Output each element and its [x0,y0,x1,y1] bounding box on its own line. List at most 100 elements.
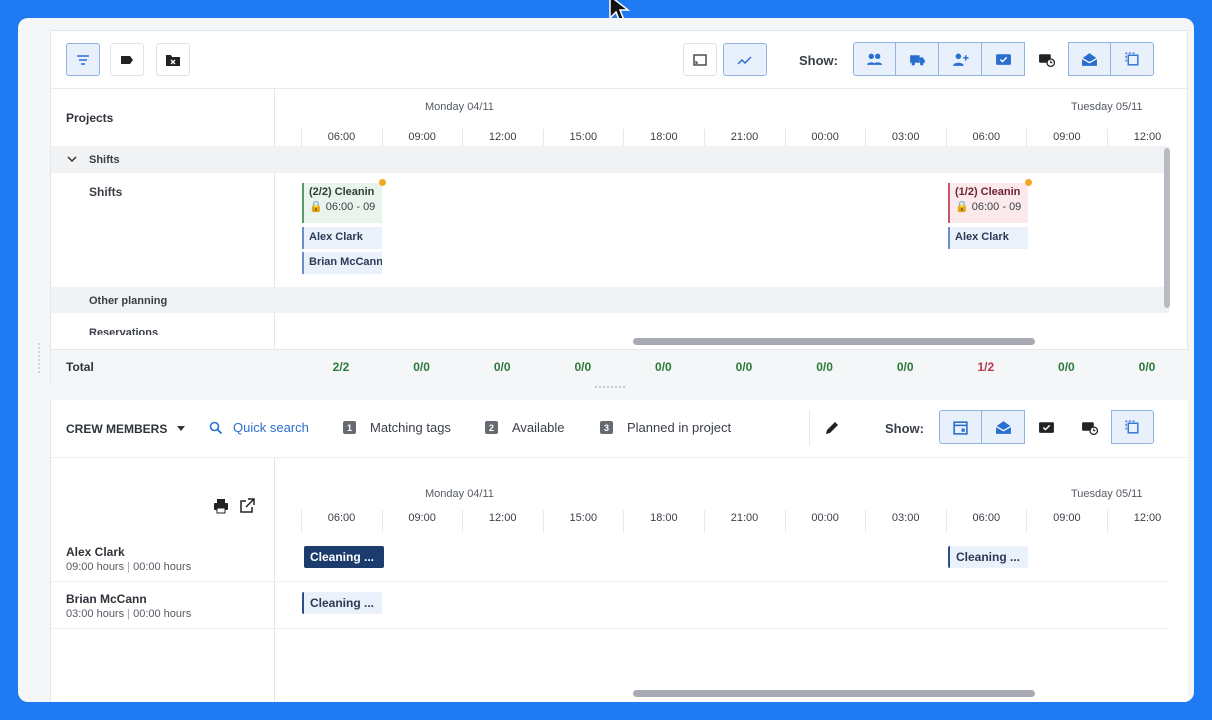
hour-tick-label: 03:00 [865,510,945,532]
total-value: 0/0 [1138,360,1156,374]
tag-icon [121,55,133,64]
task-chip[interactable]: Cleaning ... [302,592,382,614]
show-mail-clock-button[interactable] [1025,42,1068,76]
side-resize-handle[interactable] [38,343,44,373]
lock-icon: 🔒 [955,201,969,213]
open-external-icon[interactable] [239,498,255,514]
hour-tick-label: 18:00 [623,510,703,532]
mail-clock-icon [1082,421,1098,435]
crew-day-label-1: Monday 04/11 [425,488,494,500]
crew-row-alex-clark[interactable]: Alex Clark 09:00 hours | 00:00 hours Cle… [51,535,1169,582]
crew-show-mail-open-button[interactable] [982,410,1025,444]
show-copy-button[interactable] [1111,42,1154,76]
shift-person-tag[interactable]: Alex Clark [948,227,1028,249]
planned-hours: 03:00 hours [66,608,125,620]
quick-search-label: Quick search [233,420,309,435]
fit-screen-icon [693,53,707,66]
panel-resize-handle[interactable] [595,386,625,392]
filter-button[interactable] [66,43,100,76]
legend-number-badge: 3 [600,421,613,434]
other-planning-group-row[interactable]: Other planning [51,287,1169,313]
caret-down-icon[interactable] [177,426,185,431]
hours-separator: | [127,608,131,620]
person-add-icon [952,53,968,66]
shifts-row-label: Shifts [89,185,123,199]
task-chip[interactable]: Cleaning ... [948,546,1028,568]
crew-show-mail-clock-button[interactable] [1068,410,1111,444]
crew-show-toggle-group [939,410,1154,444]
shift-card-1[interactable]: (2/2) Cleanin 🔒 06:00 - 09 [302,183,382,223]
crew-member-name: Alex Clark [66,545,125,559]
total-value: 0/0 [493,360,511,374]
legend-number-badge: 1 [343,421,356,434]
edit-button[interactable] [809,410,853,446]
show-mail-open-button[interactable] [1068,42,1111,76]
hour-tick-label: 09:00 [1026,510,1106,532]
crew-members-title[interactable]: CREW MEMBERS [66,422,167,436]
projects-column [51,89,275,383]
hours-separator: | [127,561,131,573]
show-truck-button[interactable] [896,42,939,76]
shifts-group-label: Shifts [89,154,120,166]
filter-icon [77,54,89,65]
show-person-add-button[interactable] [939,42,982,76]
total-value: 1/2 [977,360,995,374]
planner-horizontal-scrollbar[interactable] [633,338,1035,345]
total-value: 0/0 [413,360,430,374]
legend-label: Matching tags [370,420,451,435]
crew-show-mail-check-button[interactable] [1025,410,1068,444]
legend-planned-in-project: 3 Planned in project [600,420,731,435]
show-mail-check-button[interactable] [982,42,1025,76]
hour-tick-label: 00:00 [784,510,865,532]
crew-show-copy-button[interactable] [1111,410,1154,444]
shifts-group-row[interactable]: Shifts [51,146,1169,173]
crew-panel: CREW MEMBERS Quick search 1 Matching tag… [50,400,1189,702]
day-label-1: Monday 04/11 [425,101,494,113]
crew-show-calendar-button[interactable] [939,410,982,444]
hour-tick-label: 12:00 [462,510,542,532]
show-toggle-group [853,42,1154,76]
folder-remove-button[interactable] [156,43,190,76]
shift-card-time: 06:00 - 09 [325,201,376,213]
total-value: 2/2 [332,360,350,374]
total-value: 0/0 [896,360,914,374]
show-group-button[interactable] [853,42,896,76]
crew-member-name: Brian McCann [66,592,147,606]
group-icon [867,53,882,65]
shift-person-tag[interactable]: Alex Clark [302,227,382,249]
other-hours: 00:00 hours [133,561,192,573]
mail-clock-icon [1039,53,1055,67]
total-value: 0/0 [816,360,833,374]
app-window: Show: Projects Monday 04/11 Tuesday 05/1… [18,18,1194,702]
hour-tick-label: 12:00 [1107,510,1187,532]
reservations-label: Reservations [89,327,159,335]
mail-check-icon [995,53,1011,65]
quick-search-button[interactable]: Quick search [209,420,309,435]
tag-button[interactable] [110,43,144,76]
crew-toolbar: CREW MEMBERS Quick search 1 Matching tag… [51,400,1189,458]
shift-card-2[interactable]: (1/2) Cleanin 🔒 06:00 - 09 [948,183,1028,223]
chart-trend-button[interactable] [723,43,767,76]
legend-matching-tags: 1 Matching tags [343,420,451,435]
search-icon [209,421,223,434]
shift-person-tag[interactable]: Brian McCann [302,252,382,274]
fit-screen-button[interactable] [683,43,717,76]
calendar-icon [953,420,968,435]
task-chip[interactable]: Cleaning ... [304,546,384,568]
chart-trend-icon [737,55,752,65]
chevron-down-icon[interactable] [67,154,77,164]
planner-vertical-scrollbar[interactable] [1164,148,1170,308]
hour-tick-label: 15:00 [542,510,623,532]
projects-title: Projects [66,111,114,125]
show-label: Show: [799,53,838,68]
total-label: Total [66,360,94,374]
crew-member-hours: 03:00 hours | 00:00 hours [66,608,191,620]
total-value: 0/0 [735,360,753,374]
hour-tick-label: 06:00 [945,510,1026,532]
total-value: 0/0 [574,360,592,374]
crew-horizontal-scrollbar[interactable] [633,690,1035,697]
hour-tick-label: 09:00 [381,510,462,532]
crew-row-brian-mccann[interactable]: Brian McCann 03:00 hours | 00:00 hours C… [51,582,1169,629]
hour-tick-label: 06:00 [301,510,381,532]
print-icon[interactable] [213,498,229,514]
